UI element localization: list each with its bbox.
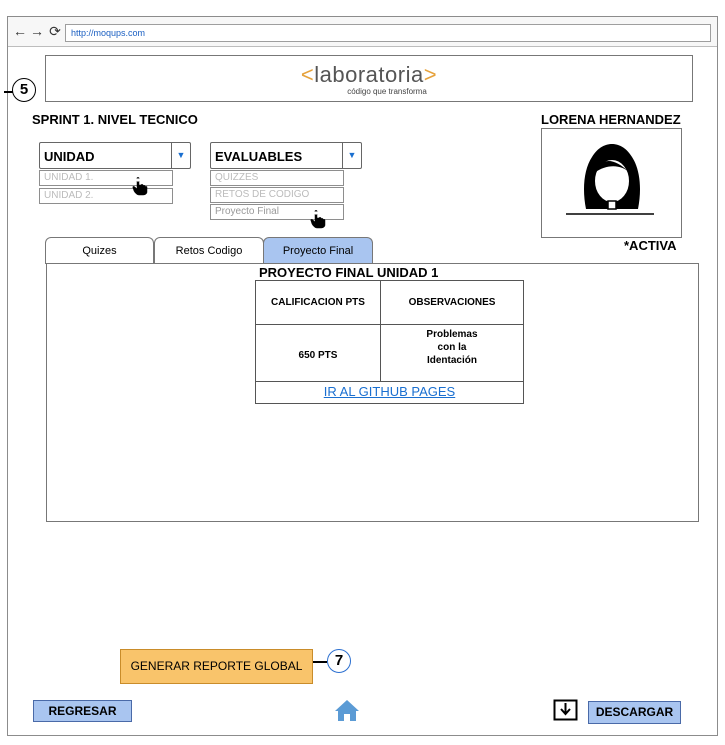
panel-title: PROYECTO FINAL UNIDAD 1 <box>259 265 439 280</box>
evaluables-select-label: EVALUABLES <box>215 149 303 164</box>
evaluables-select[interactable]: EVALUABLES ▼ <box>210 142 362 169</box>
step-connector <box>313 661 327 663</box>
home-icon[interactable] <box>334 698 360 722</box>
student-name: LORENA HERNANDEZ <box>541 112 681 127</box>
evaluables-option-retos[interactable]: RETOS DE CODIGO <box>210 187 344 203</box>
table-header-observaciones: OBSERVACIONES <box>381 281 523 325</box>
unidad-option-2[interactable]: UNIDAD 2. <box>39 188 173 204</box>
avatar-woman-icon <box>566 144 654 215</box>
results-table: CALIFICACION PTS OBSERVACIONES 650 PTS P… <box>255 280 524 404</box>
tab-quizes[interactable]: Quizes <box>45 237 154 264</box>
student-avatar <box>541 128 682 238</box>
logo-tagline: código que transforma <box>347 87 427 96</box>
browser-toolbar: ← → ⟳ http://moqups.com <box>8 17 717 47</box>
github-pages-link[interactable]: IR AL GITHUB PAGES <box>256 382 523 403</box>
step-badge-5: 5 <box>12 78 36 102</box>
download-button[interactable]: DESCARGAR <box>588 701 681 724</box>
table-header-calificacion: CALIFICACION PTS <box>256 281 381 325</box>
unidad-option-1[interactable]: UNIDAD 1. <box>39 170 173 186</box>
url-bar[interactable]: http://moqups.com <box>65 24 711 42</box>
unidad-select-label: UNIDAD <box>44 149 95 164</box>
table-cell-calificacion: 650 PTS <box>256 325 381 382</box>
back-button[interactable]: REGRESAR <box>33 700 132 722</box>
logo-banner: <laboratoria> código que transforma <box>45 55 693 102</box>
unidad-select[interactable]: UNIDAD ▼ <box>39 142 191 169</box>
evaluables-option-quizzes[interactable]: QUIZZES <box>210 170 344 186</box>
back-arrow-icon[interactable]: ← <box>13 24 27 38</box>
sprint-title: SPRINT 1. NIVEL TECNICO <box>32 112 198 127</box>
chevron-down-icon[interactable]: ▼ <box>342 143 361 168</box>
generate-report-button[interactable]: GENERAR REPORTE GLOBAL <box>120 649 313 684</box>
tab-retos-codigo[interactable]: Retos Codigo <box>154 237 264 264</box>
forward-arrow-icon[interactable]: → <box>30 24 44 38</box>
student-status: *ACTIVA <box>624 238 677 253</box>
reload-icon[interactable]: ⟳ <box>48 24 62 38</box>
tab-proyecto-final[interactable]: Proyecto Final <box>263 237 373 264</box>
table-cell-observaciones: Problemas con la Identación <box>381 325 523 382</box>
logo: <laboratoria> <box>300 62 438 87</box>
download-icon[interactable] <box>553 699 578 721</box>
step-badge-7: 7 <box>327 649 351 673</box>
pointer-hand-icon <box>132 177 148 196</box>
chevron-down-icon[interactable]: ▼ <box>171 143 190 168</box>
pointer-hand-icon <box>310 210 326 229</box>
